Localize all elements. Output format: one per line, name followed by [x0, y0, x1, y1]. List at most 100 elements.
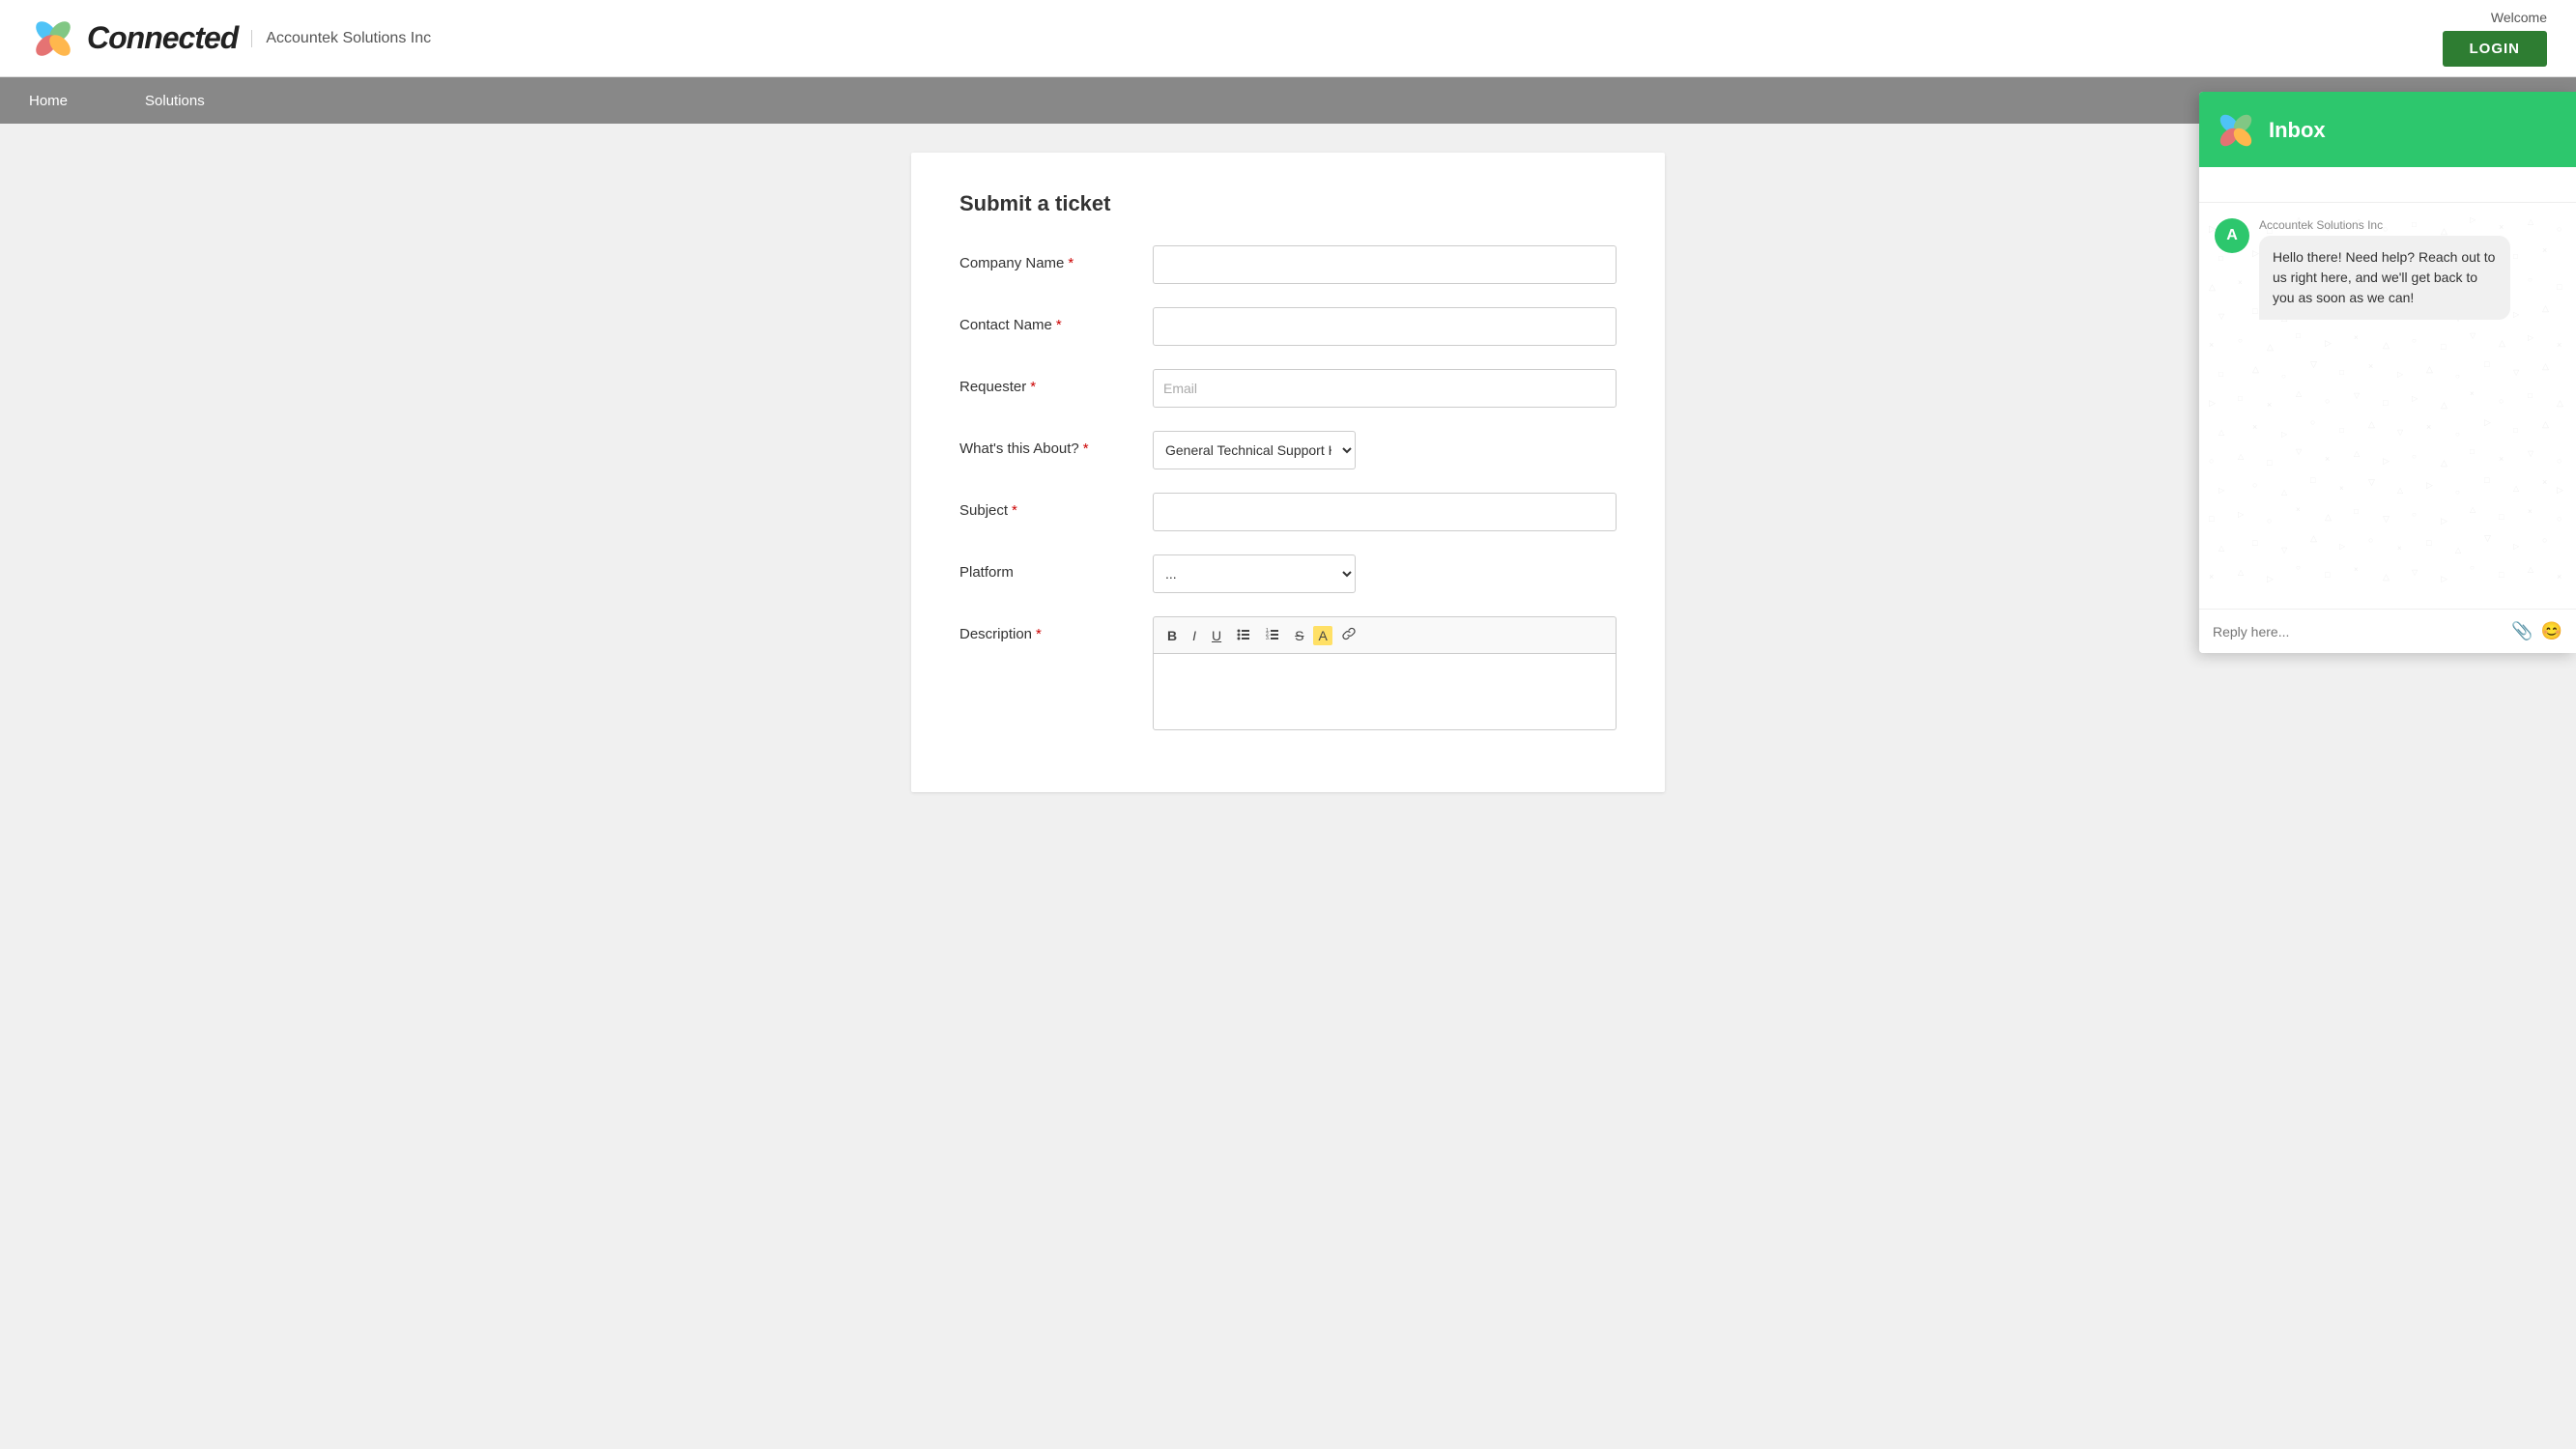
svg-text:△: △ — [2426, 364, 2433, 374]
svg-text:○: ○ — [2455, 488, 2460, 497]
description-input[interactable] — [1153, 653, 1617, 730]
svg-text:○: ○ — [2296, 563, 2301, 572]
nav-item-home[interactable]: Home — [29, 79, 68, 123]
description-editor: B I U — [1153, 616, 1617, 730]
svg-text:▷: ▷ — [2484, 417, 2491, 427]
svg-text:×: × — [2252, 422, 2257, 432]
svg-text:×: × — [2325, 454, 2330, 464]
svg-text:□: □ — [2484, 475, 2490, 485]
svg-text:▷: ▷ — [2557, 485, 2563, 495]
description-label: Description* — [959, 616, 1153, 642]
svg-text:▽: ▽ — [2310, 359, 2317, 369]
company-name-input[interactable] — [1153, 245, 1617, 284]
chat-footer: 📎 😊 — [2199, 609, 2576, 653]
subject-group: Subject* — [959, 493, 1617, 531]
toolbar-underline-button[interactable]: U — [1206, 624, 1227, 647]
svg-text:▷: ▷ — [2513, 542, 2520, 551]
svg-text:○: ○ — [2310, 417, 2315, 427]
contact-name-label: Contact Name* — [959, 307, 1153, 333]
company-name-group: Company Name* — [959, 245, 1617, 284]
svg-text:□: □ — [2383, 398, 2389, 408]
svg-text:×: × — [2339, 484, 2344, 493]
form-title: Submit a ticket — [959, 191, 1617, 216]
requester-input[interactable] — [1153, 369, 1617, 408]
chat-reply-input[interactable] — [2213, 624, 2504, 639]
chat-bubble: Hello there! Need help? Reach out to us … — [2259, 236, 2510, 320]
svg-text:3.: 3. — [1266, 636, 1270, 640]
svg-text:▷: ▷ — [2281, 430, 2288, 439]
svg-text:▷: ▷ — [2412, 394, 2419, 403]
svg-text:△: △ — [2218, 544, 2225, 553]
required-marker: * — [1030, 379, 1036, 395]
svg-text:▷: ▷ — [2397, 370, 2404, 379]
svg-text:□: □ — [2252, 538, 2258, 548]
toolbar-italic-button[interactable]: I — [1187, 624, 1202, 647]
svg-text:○: ○ — [2557, 456, 2562, 466]
svg-text:△: △ — [2354, 449, 2361, 458]
svg-text:○: ○ — [2455, 430, 2460, 439]
login-button[interactable]: LOGIN — [2443, 31, 2548, 67]
svg-text:□: □ — [2513, 426, 2518, 435]
svg-text:△: △ — [2528, 565, 2534, 574]
main-content: Submit a ticket Company Name* Contact Na… — [0, 124, 2576, 821]
subject-input[interactable] — [1153, 493, 1617, 531]
toolbar-bold-button[interactable]: B — [1161, 624, 1183, 647]
ticket-form-container: Submit a ticket Company Name* Contact Na… — [911, 153, 1665, 792]
svg-text:△: △ — [2397, 486, 2404, 495]
svg-text:○: ○ — [2412, 510, 2417, 519]
svg-text:△: △ — [2310, 533, 2317, 543]
chat-message-row: A Accountek Solutions Inc Hello there! N… — [2215, 218, 2561, 320]
platform-label: Platform — [959, 554, 1153, 581]
svg-text:▽: ▽ — [2528, 449, 2534, 458]
editor-toolbar: B I U — [1153, 616, 1617, 653]
requester-group: Requester* — [959, 369, 1617, 408]
svg-text:▷: ▷ — [2267, 574, 2274, 583]
logo-area: Connected Accountek Solutions Inc — [29, 14, 431, 63]
chat-search-input[interactable] — [2213, 177, 2562, 192]
svg-text:▽: ▽ — [2354, 391, 2361, 400]
svg-text:▷: ▷ — [2218, 486, 2225, 495]
svg-text:○: ○ — [2325, 396, 2330, 406]
svg-text:□: □ — [2354, 507, 2359, 516]
svg-text:×: × — [2209, 572, 2214, 582]
svg-text:○: ○ — [2455, 372, 2460, 381]
svg-text:□: □ — [2499, 512, 2504, 522]
svg-text:□: □ — [2325, 570, 2331, 580]
required-marker: * — [1036, 626, 1042, 642]
svg-text:□: □ — [2209, 514, 2215, 524]
toolbar-strikethrough-button[interactable]: S — [1289, 624, 1309, 647]
svg-text:○: ○ — [2252, 480, 2257, 490]
toolbar-ol-button[interactable]: 1. 2. 3. — [1260, 623, 1285, 647]
svg-text:×: × — [2267, 400, 2272, 410]
header-right: Welcome LOGIN — [2443, 10, 2548, 67]
svg-text:△: △ — [2325, 512, 2332, 522]
svg-text:○: ○ — [2542, 535, 2547, 545]
svg-text:▷: ▷ — [2238, 510, 2245, 519]
svg-text:○: ○ — [2470, 563, 2475, 572]
contact-name-input[interactable] — [1153, 307, 1617, 346]
svg-text:▷: ▷ — [2339, 542, 2346, 551]
svg-text:○: ○ — [2281, 372, 2286, 381]
toolbar-ul-button[interactable] — [1231, 623, 1256, 647]
svg-text:▷: ▷ — [2441, 516, 2447, 526]
svg-text:△: △ — [2441, 458, 2447, 468]
attach-icon[interactable]: 📎 — [2511, 621, 2533, 641]
whats-about-label: What's this About?* — [959, 431, 1153, 457]
nav-item-solutions[interactable]: Solutions — [145, 79, 205, 123]
svg-text:□: □ — [2484, 359, 2490, 369]
svg-text:×: × — [2368, 361, 2373, 371]
svg-text:○: ○ — [2209, 456, 2214, 466]
chat-logo-icon — [2215, 109, 2257, 152]
svg-text:△: △ — [2513, 484, 2520, 493]
svg-text:○: ○ — [2499, 396, 2504, 406]
whats-about-select[interactable]: General Technical Support Help Billing S… — [1153, 431, 1356, 469]
toolbar-link-button[interactable] — [1336, 623, 1361, 647]
emoji-icon[interactable]: 😊 — [2541, 621, 2562, 641]
svg-text:△: △ — [2383, 572, 2390, 582]
svg-text:△: △ — [2252, 364, 2259, 374]
header: Connected Accountek Solutions Inc Welcom… — [0, 0, 2576, 77]
toolbar-highlight-button[interactable]: A — [1313, 626, 1331, 645]
svg-text:□: □ — [2499, 570, 2504, 580]
svg-text:△: △ — [2218, 428, 2225, 437]
platform-select[interactable]: ... Windows Mac Linux — [1153, 554, 1356, 593]
